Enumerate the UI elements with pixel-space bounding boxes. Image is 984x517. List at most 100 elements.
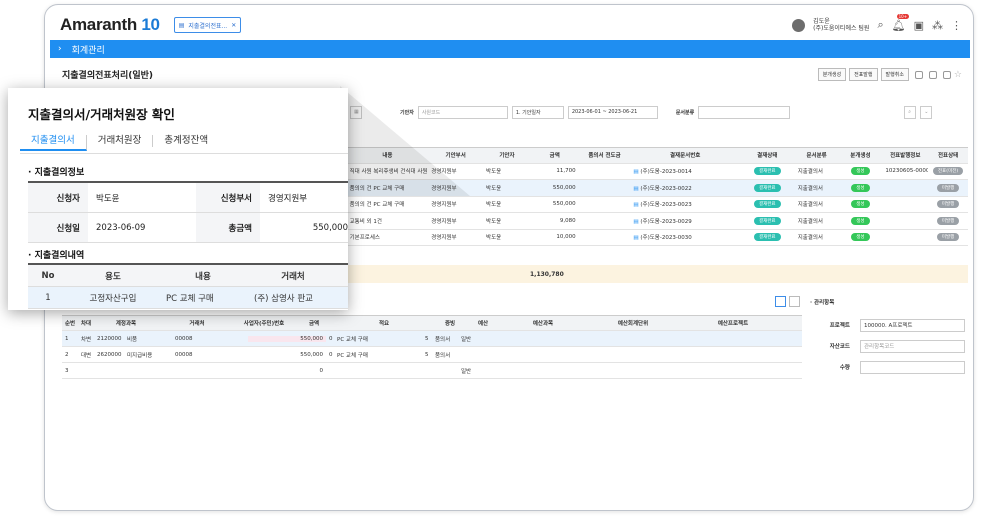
grid-cell: PC 교체 구매 — [337, 352, 368, 359]
user-info[interactable]: 김도윤 (주)도움이티에스 팀원 — [813, 18, 869, 32]
grid-cell: 일반 — [461, 336, 472, 343]
create-entry-button[interactable]: 분개생성 — [817, 68, 847, 81]
column-header: 계정과목 — [115, 321, 137, 327]
status-cell: 결재완료 — [740, 216, 795, 225]
column-header: 분개생성 — [850, 153, 871, 160]
grid-cell: 박도윤 — [486, 218, 502, 225]
asset-code-field[interactable]: 관리항목코드 — [860, 339, 965, 353]
doc-number-cell: ▤ (주)도움-2023-0030 — [633, 235, 692, 242]
grid-cell: 차변 — [81, 336, 92, 343]
grid-cell: 550,000 — [552, 201, 576, 208]
tab-expense[interactable]: 지출결의서 — [20, 135, 87, 151]
close-icon[interactable]: ✕ — [231, 22, 236, 29]
popup-title: 지출결의서/거래처원장 확인 — [28, 107, 175, 122]
org-chart-icon[interactable]: ⁂ — [932, 19, 943, 32]
star-icon[interactable]: ☆ — [954, 70, 962, 80]
status-cell: 생성 — [839, 233, 883, 242]
callout-shadow — [340, 86, 470, 196]
table-row[interactable]: 1 차변 2120000 비품 00008 550,000 0 PC 교체 구매 5 품의서 일반 — [62, 331, 802, 347]
page-title: 지출결의전표처리(일반) — [62, 71, 154, 81]
doc-number-cell: ▤ (주)도움-2023-0014 — [633, 169, 692, 176]
journal-grid: 순번 차대 계정과목 거래처 사업자(주민)번호 금액 적요 증빙 예산 예산과목 예산회계단위 예산… — [62, 315, 802, 379]
grid-cell: 품의서 — [435, 352, 451, 359]
grid-cell: 품의의 건 PC 교체 구매 — [349, 202, 405, 209]
approval-status-badge: 결재완료 — [754, 183, 781, 192]
date-range-input[interactable]: 2023-06-01 ~ 2023-06-21 — [567, 105, 658, 119]
avatar[interactable] — [792, 18, 806, 32]
column-header: 증빙 — [444, 321, 456, 327]
open-document-tab[interactable]: ▤ 지출결의전표... ✕ — [173, 17, 242, 33]
column-header: 금액 — [549, 153, 560, 160]
grid-cell: 9,080 — [559, 217, 576, 224]
grid-total-amount: 1,130,780 — [530, 270, 564, 278]
grid-cell: 지출결의서 — [797, 218, 823, 225]
approval-status-badge: 결재완료 — [754, 233, 781, 242]
column-header: 전표발행정보 — [890, 153, 921, 160]
grid-view-icon[interactable] — [789, 296, 800, 307]
doc-class-input[interactable] — [698, 105, 791, 119]
search-icon[interactable]: ⌕ — [877, 18, 883, 32]
settings-icon[interactable] — [942, 70, 951, 79]
status-cell: 생성 — [839, 216, 883, 225]
section-detail-title: · 지출결의내역 — [28, 251, 85, 261]
notification-badge: 10+ — [896, 13, 910, 19]
date-value: 2023-06-09 — [96, 222, 146, 233]
grid-cell: 박도윤 — [486, 235, 502, 242]
status-cell: 생성 — [839, 167, 883, 176]
menu-title: 회계관리 — [71, 45, 105, 56]
approval-status-badge: 결재완료 — [754, 167, 781, 176]
delete-icon[interactable] — [928, 70, 937, 79]
grid-cell: 0 — [319, 367, 324, 374]
grid-cell: 1 — [65, 335, 69, 342]
grid-cell: 00008 — [175, 351, 193, 358]
status-cell: 생성 — [839, 183, 883, 192]
issue-voucher-button[interactable]: 전표발행 — [849, 68, 878, 81]
detail-row[interactable]: 1 고정자산구입 PC 교체 구매 (주) 삼영사 판교 — [28, 287, 348, 309]
section-info-title: · 지출결의정보 — [28, 168, 85, 178]
management-title: · 관리항목 — [810, 300, 835, 306]
grid-cell: 2120000 — [97, 335, 122, 342]
expand-button[interactable]: ⌄ — [920, 105, 933, 119]
chevron-right-icon[interactable]: › — [58, 44, 62, 54]
tab-ledger[interactable]: 거래처원장 — [87, 135, 154, 147]
grid-cell: 지출결의서 — [797, 185, 823, 192]
list-view-icon[interactable] — [775, 296, 786, 307]
column-header: 예산과목 — [532, 321, 554, 327]
search-button[interactable]: ⌕ — [904, 105, 917, 119]
project-label: 프로젝트 — [829, 323, 850, 329]
toolbar: 분개생성 전표발행 발행취소 ☆ — [817, 68, 962, 81]
grid-cell: 박도윤 — [486, 169, 502, 176]
project-field[interactable]: 100000. A프로젝트 — [860, 318, 965, 332]
grid-cell: 10,000 — [556, 234, 576, 241]
detail-vendor: (주) 삼영사 판교 — [254, 293, 313, 304]
status-cell: 결재완료 — [740, 167, 795, 176]
entry-status-badge: 생성 — [851, 216, 870, 225]
column-header: 순번 — [65, 321, 76, 327]
date-type-select[interactable]: 1. 기안일자 — [511, 105, 564, 119]
table-row[interactable]: 3 0 일반 — [62, 363, 802, 379]
table-row[interactable]: 2 대변 2620000 미지급비용 00008 550,000 0 PC 교체 구매 5 품의서 — [62, 347, 802, 363]
tab-balance[interactable]: 총계정잔액 — [153, 135, 219, 147]
app-logo[interactable]: Amaranth 10 — [60, 15, 160, 35]
grid-cell: 2620000 — [97, 351, 122, 358]
bell-icon[interactable]: 🔔︎ 10+ — [892, 13, 910, 32]
grid-cell: 5 — [425, 351, 429, 358]
column-header: 문서분류 — [806, 153, 827, 160]
print-icon[interactable] — [914, 70, 923, 79]
column-header: 예산회계단위 — [617, 321, 649, 327]
voucher-status-badge: 미발행 — [936, 216, 960, 225]
cancel-issue-button[interactable]: 발행취소 — [880, 68, 909, 81]
grid-cell: 경영지원부 — [431, 235, 457, 242]
top-bar: Amaranth 10 ▤ 지출결의전표... ✕ 김도윤 (주)도움이티에스 팀… — [50, 10, 970, 40]
grid-cell: 비품 — [127, 336, 138, 343]
dept-value: 경영지원부 — [268, 193, 308, 204]
total-label: 총금액 — [196, 213, 260, 242]
document-list-icon[interactable]: ▣ — [914, 19, 924, 32]
column-header: 차대 — [81, 321, 92, 327]
quantity-field[interactable] — [860, 360, 965, 374]
dept-label: 신청부서 — [196, 183, 260, 212]
more-icon[interactable]: ⋮ — [951, 19, 962, 32]
doc-number-cell: ▤ (주)도움-2023-0023 — [633, 202, 692, 209]
entry-status-badge: 생성 — [851, 233, 870, 242]
detail-purpose: 고정자산구입 — [89, 293, 137, 304]
